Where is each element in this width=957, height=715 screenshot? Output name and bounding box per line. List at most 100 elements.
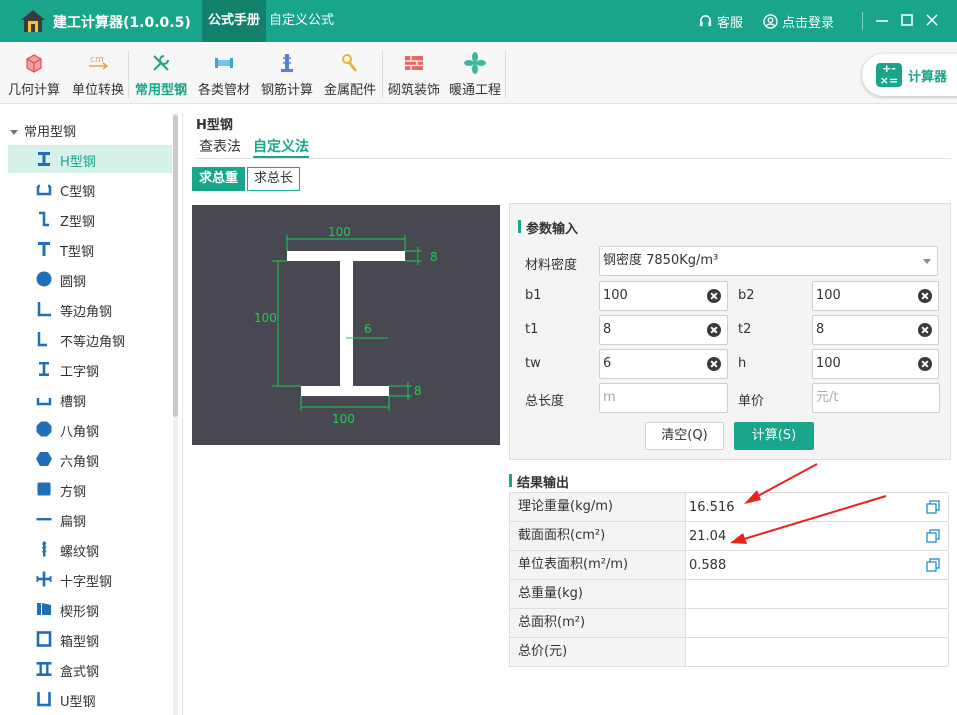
toolbar-item-geometry[interactable]: 几何计算 (4, 42, 64, 104)
t-section-icon (38, 242, 50, 256)
toolbar-item-masonry[interactable]: 砌筑装饰 (384, 42, 444, 104)
tab-formula-manual[interactable]: 公式手册 (202, 0, 267, 42)
b2-input[interactable]: 100 (812, 281, 939, 311)
close-icon[interactable] (922, 10, 942, 30)
unit-price-input[interactable]: 元/t (812, 383, 940, 413)
copy-icon[interactable] (926, 558, 940, 572)
calculate-button[interactable]: 计算(S) (734, 422, 814, 450)
mode-total-length-button[interactable]: 求总长 (247, 167, 301, 191)
flat-bar-icon (36, 518, 52, 521)
sidebar-item-label: 槽钢 (60, 395, 87, 410)
clear-b2-icon[interactable] (918, 289, 932, 303)
threaded-bar-icon (41, 541, 47, 557)
square-bar-icon (37, 482, 51, 496)
round-bar-icon (36, 271, 52, 287)
unit-price-placeholder: 元/t (816, 390, 839, 405)
clear-b1-icon[interactable] (707, 289, 721, 303)
mode-total-weight-button[interactable]: 求总重 (192, 167, 246, 191)
toolbar-separator (382, 50, 383, 98)
rebar-icon (281, 54, 293, 72)
toolbar-label: 钢筋计算 (260, 83, 313, 98)
tab-custom-formula[interactable]: 自定义公式 (263, 0, 340, 42)
clear-h-icon[interactable] (918, 357, 932, 371)
sidebar-item-wedge-section[interactable]: 楔形钢 (8, 595, 172, 623)
login-link[interactable]: 点击登录 (763, 12, 834, 31)
toolbar-item-common-steel[interactable]: 常用型钢 (131, 42, 191, 104)
sidebar-item-label: U型钢 (60, 695, 96, 710)
sidebar-item-label: 盒式钢 (60, 665, 100, 680)
steel-type-sidebar: 常用型钢 H型钢 C型钢 Z型钢 T型钢 圆钢 等边角钢 不等边角钢 工字钢 槽… (0, 113, 183, 715)
sidebar-item-h-beam[interactable]: H型钢 (8, 145, 172, 173)
h-beam-shape (287, 251, 405, 396)
b2-value: 100 (816, 288, 841, 303)
copy-icon[interactable] (926, 529, 940, 543)
sidebar-item-channel[interactable]: 槽钢 (8, 385, 172, 413)
h-input[interactable]: 100 (812, 349, 939, 379)
user-icon (763, 14, 778, 29)
box-type-icon (36, 662, 52, 676)
minimize-icon[interactable] (872, 10, 892, 30)
tab-custom-method[interactable]: 自定义法 (253, 136, 309, 158)
clear-button[interactable]: 清空(Q) (645, 422, 724, 450)
box-section-icon (36, 631, 52, 647)
sidebar-item-cross-section[interactable]: 十字型钢 (8, 565, 172, 593)
sidebar-item-unequal-angle[interactable]: 不等边角钢 (8, 325, 172, 353)
sidebar-item-z-section[interactable]: Z型钢 (8, 205, 172, 233)
sidebar-item-label: 十字型钢 (60, 575, 113, 590)
sidebar-item-label: 等边角钢 (60, 305, 113, 320)
sidebar-item-t-section[interactable]: T型钢 (8, 235, 172, 263)
sidebar-item-octagon-bar[interactable]: 八角钢 (8, 415, 172, 443)
toolbar-item-unit-conversion[interactable]: cm 单位转换 (68, 42, 128, 104)
unit-price-label: 单价 (738, 394, 765, 409)
t2-input[interactable]: 8 (812, 315, 939, 345)
clear-tw-icon[interactable] (707, 357, 721, 371)
tw-input[interactable]: 6 (599, 349, 728, 379)
metal-fitting-icon (342, 54, 358, 72)
dropdown-arrow-icon (923, 259, 931, 264)
b1-value: 100 (603, 288, 628, 303)
sidebar-item-u-section[interactable]: U型钢 (8, 685, 172, 713)
sidebar-item-flat-bar[interactable]: 扁钢 (8, 505, 172, 533)
toolbar-separator (505, 50, 506, 98)
octagon-bar-icon (36, 421, 52, 437)
svg-text:cm: cm (90, 55, 104, 65)
sidebar-item-threaded-bar[interactable]: 螺纹钢 (8, 535, 172, 563)
sidebar-item-box-section[interactable]: 箱型钢 (8, 625, 172, 653)
b1-input[interactable]: 100 (599, 281, 728, 311)
t1-input[interactable]: 8 (599, 315, 728, 345)
cm-unit-icon: cm (89, 55, 109, 70)
sidebar-item-label: 扁钢 (60, 515, 87, 530)
sidebar-group-common-steel[interactable]: 常用型钢 (10, 121, 76, 140)
toolbar-item-hvac[interactable]: 暖通工程 (445, 42, 505, 104)
toolbar-item-metal-fittings[interactable]: 金属配件 (320, 42, 380, 104)
toolbar-item-pipes[interactable]: 各类管材 (194, 42, 254, 104)
clear-t1-icon[interactable] (707, 323, 721, 337)
sidebar-item-hexagon-bar[interactable]: 六角钢 (8, 445, 172, 473)
sidebar-item-box-type[interactable]: 盒式钢 (8, 655, 172, 683)
sidebar-item-square-bar[interactable]: 方钢 (8, 475, 172, 503)
c-channel-icon (36, 184, 52, 196)
h-beam-icon (38, 152, 50, 166)
annotation-arrows (730, 463, 887, 544)
cross-section-icon (36, 571, 52, 587)
maximize-icon[interactable] (897, 10, 917, 30)
customer-service-link[interactable]: 客服 (698, 12, 743, 31)
sidebar-item-equal-angle[interactable]: 等边角钢 (8, 295, 172, 323)
tab-lookup-method[interactable]: 查表法 (199, 136, 241, 158)
customer-service-label: 客服 (717, 16, 744, 31)
total-length-input[interactable]: m (599, 383, 728, 413)
sidebar-item-c-channel[interactable]: C型钢 (8, 175, 172, 203)
title-bar: 建工计算器(1.0.0.5) 公式手册 自定义公式 客服 点击登录 (0, 0, 957, 42)
toolbar-item-rebar[interactable]: 钢筋计算 (257, 42, 317, 104)
h-label: h (738, 356, 747, 371)
clear-t2-icon[interactable] (918, 323, 932, 337)
login-label: 点击登录 (782, 16, 835, 31)
calculator-button[interactable]: +- ×= 计算器 (862, 54, 957, 96)
sidebar-scrollbar-thumb[interactable] (173, 115, 178, 417)
copy-icon[interactable] (926, 500, 940, 514)
result-row-unit-surface-area: 单位表面积(m²/m) 0.588 (510, 551, 949, 580)
sidebar-item-i-beam[interactable]: 工字钢 (8, 355, 172, 383)
sidebar-item-round-bar[interactable]: 圆钢 (8, 265, 172, 293)
sidebar-item-label: 螺纹钢 (60, 545, 100, 560)
density-select[interactable]: 钢密度 7850Kg/m³ (599, 246, 938, 276)
